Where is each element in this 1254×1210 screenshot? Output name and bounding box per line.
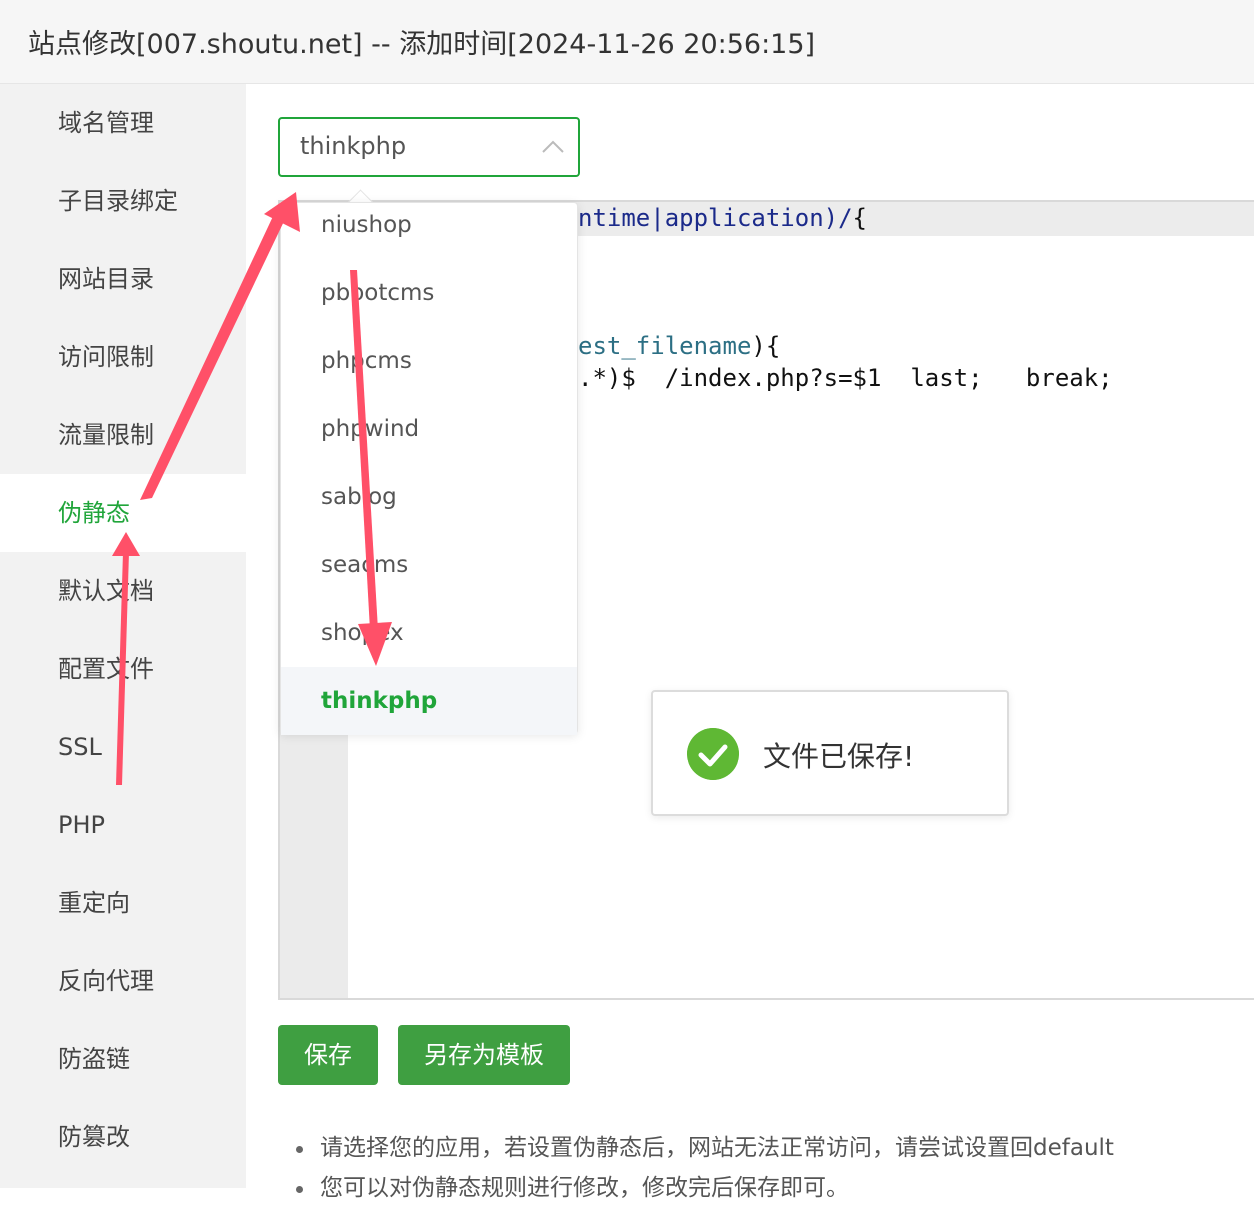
sidebar: 域名管理 子目录绑定 网站目录 访问限制 流量限制 伪静态 默认文档 配置文件 … (0, 84, 246, 1188)
sidebar-item-php[interactable]: PHP (0, 786, 246, 864)
window-title: 站点修改[007.shoutu.net] -- 添加时间[2024-11-26 … (28, 29, 816, 60)
sidebar-item-access-limit[interactable]: 访问限制 (0, 318, 246, 396)
save-success-toast: 文件已保存! (651, 690, 1009, 816)
option-sablog[interactable]: sablog (281, 463, 577, 531)
option-phpwind[interactable]: phpwind (281, 395, 577, 463)
sidebar-item-default-document[interactable]: 默认文档 (0, 552, 246, 630)
save-button[interactable]: 保存 (278, 1025, 378, 1085)
code-token: application)/ (664, 204, 853, 232)
rewrite-template-select[interactable]: thinkphp (278, 117, 580, 177)
success-check-icon (687, 728, 739, 780)
select-value: thinkphp (300, 132, 407, 160)
option-niushop[interactable]: niushop (281, 191, 577, 259)
option-seacms[interactable]: seacms (281, 531, 577, 599)
tip-item: 请选择您的应用，若设置伪静态后，网站无法正常访问，请尝试设置回default (290, 1130, 1250, 1170)
option-phpcms[interactable]: phpcms (281, 327, 577, 395)
rewrite-template-dropdown: niushop pbootcms phpcms phpwind sablog s… (280, 202, 578, 735)
option-pbootcms[interactable]: pbootcms (281, 259, 577, 327)
sidebar-item-tamper-protection[interactable]: 防篡改 (0, 1098, 246, 1176)
option-shopex[interactable]: shopex (281, 599, 577, 667)
sidebar-item-traffic-limit[interactable]: 流量限制 (0, 396, 246, 474)
chevron-up-icon (542, 140, 564, 153)
toast-message: 文件已保存! (763, 740, 915, 773)
sidebar-item-reverse-proxy[interactable]: 反向代理 (0, 942, 246, 1020)
sidebar-item-hotlink-protection[interactable]: 防盗链 (0, 1020, 246, 1098)
title-bar: 站点修改[007.shoutu.net] -- 添加时间[2024-11-26 … (0, 0, 1254, 84)
sidebar-item-rewrite[interactable]: 伪静态 (0, 474, 246, 552)
option-thinkphp[interactable]: thinkphp (281, 667, 577, 735)
code-token: { (852, 204, 867, 232)
code-line-1: ntime|application)/{ (578, 204, 867, 232)
code-token: ){ (751, 332, 781, 360)
code-token: ntime| (578, 204, 665, 232)
tip-item: 您可以对伪静态规则进行修改，修改完后保存即可。 (290, 1170, 1250, 1210)
tips-list: 请选择您的应用，若设置伪静态后，网站无法正常访问，请尝试设置回default 您… (290, 1130, 1250, 1210)
sidebar-item-ssl[interactable]: SSL (0, 708, 246, 786)
sidebar-item-domain[interactable]: 域名管理 (0, 84, 246, 162)
code-line-2: est_filename){ (578, 332, 780, 360)
sidebar-item-site-directory[interactable]: 网站目录 (0, 240, 246, 318)
code-token: est_filename (578, 332, 752, 360)
sidebar-item-redirect[interactable]: 重定向 (0, 864, 246, 942)
code-line-3: .*)$ /index.php?s=$1 last; break; (578, 364, 1113, 392)
sidebar-item-subdirectory[interactable]: 子目录绑定 (0, 162, 246, 240)
sidebar-item-config-file[interactable]: 配置文件 (0, 630, 246, 708)
save-as-template-button[interactable]: 另存为模板 (398, 1025, 570, 1085)
